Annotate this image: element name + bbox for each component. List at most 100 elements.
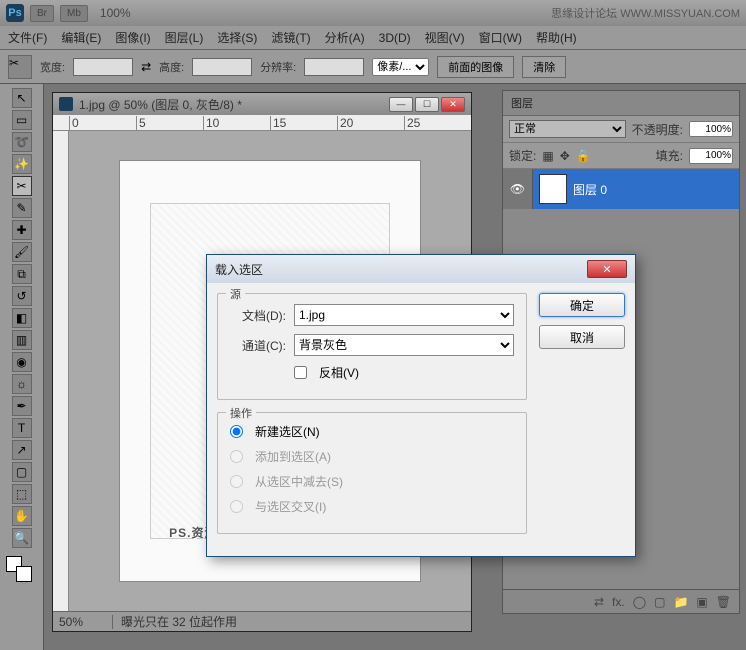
group-icon[interactable]: 📁: [673, 595, 688, 609]
layers-tab[interactable]: 图层: [503, 91, 739, 116]
minimize-button[interactable]: —: [389, 97, 413, 112]
menu-help[interactable]: 帮助(H): [536, 29, 577, 46]
height-input[interactable]: [192, 58, 252, 76]
ok-button[interactable]: 确定: [539, 293, 625, 317]
heal-tool-icon[interactable]: ✚: [12, 220, 32, 240]
marquee-tool-icon[interactable]: ▭: [12, 110, 32, 130]
blur-tool-icon[interactable]: ◉: [12, 352, 32, 372]
opacity-label: 不透明度:: [632, 121, 683, 138]
dodge-tool-icon[interactable]: ☼: [12, 374, 32, 394]
hand-tool-icon[interactable]: ✋: [12, 506, 32, 526]
lock-position-icon[interactable]: ✥: [560, 149, 570, 163]
mask-icon[interactable]: ◯: [633, 595, 646, 609]
document-title: 1.jpg @ 50% (图层 0, 灰色/8) *: [79, 96, 242, 113]
link-icon[interactable]: ⇄: [594, 595, 604, 609]
crop-tool-icon[interactable]: ✂: [8, 55, 32, 79]
wand-tool-icon[interactable]: ✨: [12, 154, 32, 174]
pen-tool-icon[interactable]: ✒: [12, 396, 32, 416]
mb-button[interactable]: Mb: [60, 5, 88, 22]
new-layer-icon[interactable]: ▣: [696, 595, 707, 609]
front-image-button[interactable]: 前面的图像: [437, 56, 514, 78]
layers-panel-footer: ⇄ fx. ◯ ▢ 📁 ▣ 🗑: [503, 589, 739, 613]
trash-icon[interactable]: 🗑: [716, 595, 731, 609]
dialog-titlebar[interactable]: 载入选区 ✕: [207, 255, 635, 283]
source-legend: 源: [226, 286, 245, 302]
op-add-radio[interactable]: [230, 450, 243, 463]
layer-item[interactable]: 👁 图层 0: [503, 169, 739, 209]
menu-window[interactable]: 窗口(W): [479, 29, 522, 46]
source-fieldset: 源 文档(D): 1.jpg 通道(C): 背景灰色 反相(V): [217, 293, 527, 400]
eraser-tool-icon[interactable]: ◧: [12, 308, 32, 328]
menu-edit[interactable]: 编辑(E): [61, 29, 101, 46]
document-label: 文档(D):: [230, 307, 286, 324]
menu-select[interactable]: 选择(S): [217, 29, 257, 46]
layer-name[interactable]: 图层 0: [573, 181, 607, 198]
unit-select[interactable]: 像素/...: [372, 58, 429, 76]
history-brush-tool-icon[interactable]: ↺: [12, 286, 32, 306]
brush-tool-icon[interactable]: 🖌: [12, 242, 32, 262]
eyedropper-tool-icon[interactable]: ✎: [12, 198, 32, 218]
resolution-input[interactable]: [304, 58, 364, 76]
visibility-icon[interactable]: 👁: [503, 169, 533, 209]
width-input[interactable]: [73, 58, 133, 76]
zoom-tool-icon[interactable]: 🔍: [12, 528, 32, 548]
shape-tool-icon[interactable]: ▢: [12, 462, 32, 482]
op-int-label: 与选区交叉(I): [255, 498, 326, 515]
menu-filter[interactable]: 滤镜(T): [271, 29, 310, 46]
op-sub-radio[interactable]: [230, 475, 243, 488]
ruler-vertical[interactable]: [53, 131, 69, 611]
invert-label: 反相(V): [319, 364, 359, 381]
path-tool-icon[interactable]: ↗: [12, 440, 32, 460]
stamp-tool-icon[interactable]: ⧉: [12, 264, 32, 284]
dialog-close-button[interactable]: ✕: [587, 260, 627, 278]
app-logo-icon: Ps: [6, 4, 24, 22]
channel-select[interactable]: 背景灰色: [294, 334, 514, 356]
op-sub-label: 从选区中减去(S): [255, 473, 343, 490]
op-int-radio[interactable]: [230, 500, 243, 513]
menu-analysis[interactable]: 分析(A): [325, 29, 365, 46]
ruler-horizontal[interactable]: 0 5 10 15 20 25: [53, 115, 471, 131]
channel-label: 通道(C):: [230, 337, 286, 354]
opacity-input[interactable]: [689, 121, 733, 137]
fill-input[interactable]: [689, 148, 733, 164]
fill-label: 填充:: [656, 147, 683, 164]
menu-layer[interactable]: 图层(L): [165, 29, 204, 46]
gradient-tool-icon[interactable]: ▥: [12, 330, 32, 350]
3d-tool-icon[interactable]: ⬚: [12, 484, 32, 504]
color-swatches[interactable]: [2, 554, 41, 584]
lasso-tool-icon[interactable]: ➰: [12, 132, 32, 152]
crop-tool-icon[interactable]: ✂: [12, 176, 32, 196]
op-new-label: 新建选区(N): [255, 423, 320, 440]
resolution-label: 分辨率:: [260, 59, 296, 75]
menu-image[interactable]: 图像(I): [115, 29, 150, 46]
op-add-label: 添加到选区(A): [255, 448, 331, 465]
document-select[interactable]: 1.jpg: [294, 304, 514, 326]
invert-checkbox[interactable]: [294, 366, 307, 379]
cancel-button[interactable]: 取消: [539, 325, 625, 349]
adjustment-icon[interactable]: ▢: [654, 595, 665, 609]
lock-pixels-icon[interactable]: ▦: [542, 149, 553, 163]
close-button[interactable]: ✕: [441, 97, 465, 112]
move-tool-icon[interactable]: ↖: [12, 88, 32, 108]
background-swatch[interactable]: [16, 566, 32, 582]
menu-3d[interactable]: 3D(D): [379, 31, 411, 45]
menu-bar: 文件(F) 编辑(E) 图像(I) 图层(L) 选择(S) 滤镜(T) 分析(A…: [0, 26, 746, 50]
dialog-title-text: 载入选区: [215, 261, 263, 278]
document-titlebar[interactable]: 1.jpg @ 50% (图层 0, 灰色/8) * — ☐ ✕: [53, 93, 471, 115]
maximize-button[interactable]: ☐: [415, 97, 439, 112]
width-label: 宽度:: [40, 59, 65, 75]
menu-file[interactable]: 文件(F): [8, 29, 47, 46]
menu-view[interactable]: 视图(V): [425, 29, 465, 46]
status-zoom[interactable]: 50%: [53, 615, 113, 629]
titlebar-zoom[interactable]: 100%: [100, 6, 131, 20]
clear-button[interactable]: 清除: [522, 56, 566, 78]
blend-mode-select[interactable]: 正常: [509, 120, 626, 138]
fx-icon[interactable]: fx.: [612, 595, 625, 609]
op-new-radio[interactable]: [230, 425, 243, 438]
bridge-button[interactable]: Br: [30, 5, 54, 22]
layer-thumbnail[interactable]: [539, 174, 567, 204]
lock-all-icon[interactable]: 🔒: [576, 149, 591, 163]
load-selection-dialog: 载入选区 ✕ 源 文档(D): 1.jpg 通道(C): 背景灰色 反相(V): [206, 254, 636, 557]
swap-icon[interactable]: ⇄: [141, 60, 151, 74]
type-tool-icon[interactable]: T: [12, 418, 32, 438]
